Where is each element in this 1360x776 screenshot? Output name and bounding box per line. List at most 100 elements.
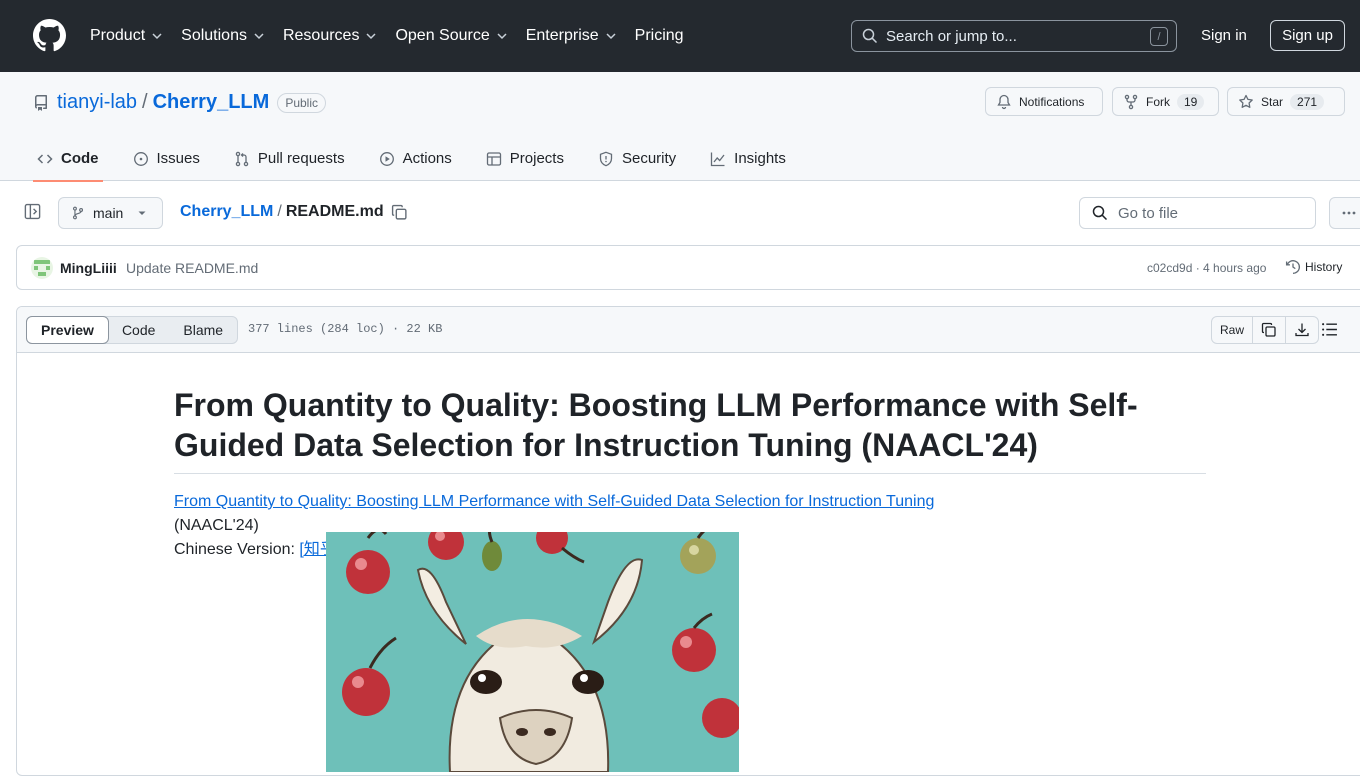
git-branch-icon xyxy=(72,206,84,220)
repo-separator: / xyxy=(142,91,148,113)
code-tab[interactable]: Code xyxy=(108,317,169,343)
tab-security[interactable]: Security xyxy=(594,136,680,181)
nav-label: Pricing xyxy=(634,27,684,44)
tab-label: Issues xyxy=(156,150,200,167)
file-header: Preview Code Blame 377 lines (284 loc) ·… xyxy=(17,307,1360,353)
copy-raw-button[interactable] xyxy=(1253,317,1287,343)
breadcrumb-file: README.md xyxy=(285,203,384,220)
tab-label: Projects xyxy=(509,150,564,167)
readme-article: From Quantity to Quality: Boosting LLM P… xyxy=(174,353,1206,562)
chevron-down-icon xyxy=(152,33,162,40)
global-header: Product Solutions Resources Open Source … xyxy=(0,0,1360,72)
tab-issues[interactable]: Issues xyxy=(129,136,204,181)
fork-label: Fork xyxy=(1146,94,1170,109)
raw-button[interactable]: Raw xyxy=(1212,317,1254,343)
notifications-button[interactable]: Notifications xyxy=(985,87,1103,116)
tab-insights[interactable]: Insights xyxy=(706,136,790,181)
chevron-down-icon xyxy=(497,33,507,40)
go-to-file-input[interactable]: Go to file xyxy=(1079,197,1316,229)
chevron-down-icon xyxy=(366,33,376,40)
sign-up-button[interactable]: Sign up xyxy=(1270,20,1345,51)
breadcrumb-separator: / xyxy=(277,203,282,220)
tab-projects[interactable]: Projects xyxy=(482,136,568,181)
tab-actions[interactable]: Actions xyxy=(375,136,456,181)
copy-icon xyxy=(1261,322,1276,337)
nav-enterprise[interactable]: Enterprise xyxy=(526,27,617,45)
breadcrumb-repo-link[interactable]: Cherry_LLM xyxy=(180,203,273,221)
nav-open-source[interactable]: Open Source xyxy=(395,27,507,45)
repo-owner-link[interactable]: tianyi-lab xyxy=(57,91,137,114)
fork-icon xyxy=(1124,94,1138,109)
history-icon xyxy=(1285,260,1301,274)
readme-title: From Quantity to Quality: Boosting LLM P… xyxy=(174,353,1206,474)
preview-tab[interactable]: Preview xyxy=(26,316,109,344)
fork-button[interactable]: Fork 19 xyxy=(1112,87,1219,116)
go-to-file-placeholder: Go to file xyxy=(1118,204,1179,222)
branch-selector[interactable]: main xyxy=(58,197,163,229)
play-icon xyxy=(379,151,394,166)
paper-link[interactable]: From Quantity to Quality: Boosting LLM P… xyxy=(174,493,934,510)
tab-label: Insights xyxy=(734,150,786,167)
breadcrumb: Cherry_LLM / README.md xyxy=(180,203,408,221)
nav-label: Open Source xyxy=(395,27,490,44)
tab-code[interactable]: Code xyxy=(33,136,103,182)
star-icon xyxy=(1239,94,1253,108)
history-button[interactable]: History xyxy=(1285,259,1342,275)
nav-product[interactable]: Product xyxy=(90,27,163,45)
more-options-button[interactable] xyxy=(1329,197,1360,229)
search-placeholder: Search or jump to... xyxy=(886,27,1017,45)
kebab-horizontal-icon xyxy=(1342,211,1356,215)
star-button[interactable]: Star 271 xyxy=(1227,87,1345,116)
identicon-icon xyxy=(31,257,53,279)
blame-tab[interactable]: Blame xyxy=(169,317,237,343)
search-icon xyxy=(1092,205,1108,221)
sidebar-expand-icon[interactable] xyxy=(24,203,41,220)
nav-pricing[interactable]: Pricing xyxy=(635,27,684,45)
github-logo-icon[interactable] xyxy=(33,19,66,52)
file-actions: Raw xyxy=(1211,316,1320,344)
file-meta: 377 lines (284 loc) · 22 KB xyxy=(248,322,443,336)
notifications-label: Notifications xyxy=(1019,94,1085,109)
nav-label: Product xyxy=(90,27,146,44)
graph-icon xyxy=(711,152,725,166)
tab-pull-requests[interactable]: Pull requests xyxy=(230,136,349,181)
branch-name: main xyxy=(93,205,124,221)
tab-label: Security xyxy=(621,150,677,167)
repo-tabs: Code Issues Pull requests Actions Projec… xyxy=(33,136,816,182)
sign-in-link[interactable]: Sign in xyxy=(1201,27,1247,44)
view-mode-toggle: Preview Code Blame xyxy=(26,316,239,344)
venue-text: (NAACL'24) xyxy=(174,517,259,534)
commit-message[interactable]: Update README.md xyxy=(126,260,258,276)
latest-commit-bar: MingLiiii Update README.md c02cd9d · 4 h… xyxy=(16,245,1360,290)
nav-solutions[interactable]: Solutions xyxy=(181,27,265,45)
copy-path-icon[interactable] xyxy=(391,204,408,221)
nav-resources[interactable]: Resources xyxy=(283,27,377,45)
repo-title: tianyi-lab / Cherry_LLM Public xyxy=(33,91,326,114)
tab-label: Code xyxy=(61,150,99,167)
star-label: Star xyxy=(1261,94,1284,109)
fork-count: 19 xyxy=(1177,93,1205,110)
chinese-version-label: Chinese Version: xyxy=(174,541,300,558)
search-input[interactable]: Search or jump to... / xyxy=(851,20,1177,52)
repo-name-link[interactable]: Cherry_LLM xyxy=(153,91,270,114)
code-icon xyxy=(37,153,53,164)
tab-label: Actions xyxy=(402,150,452,167)
list-outline-icon[interactable] xyxy=(1321,321,1338,338)
star-count: 271 xyxy=(1290,93,1325,110)
table-icon xyxy=(486,151,501,166)
tab-label: Pull requests xyxy=(257,150,345,167)
chevron-down-icon xyxy=(606,33,616,40)
chevron-down-icon xyxy=(254,33,264,40)
download-button[interactable] xyxy=(1286,317,1318,343)
pull-request-icon xyxy=(235,151,249,166)
download-icon xyxy=(1295,323,1309,337)
file-viewer: Preview Code Blame 377 lines (284 loc) ·… xyxy=(16,306,1360,776)
repo-icon xyxy=(34,94,47,111)
commit-sha-time[interactable]: c02cd9d · 4 hours ago xyxy=(1147,261,1266,275)
search-icon xyxy=(862,28,878,44)
author-avatar[interactable] xyxy=(31,257,53,279)
commit-author[interactable]: MingLiiii xyxy=(60,260,117,276)
cherry-llama-image xyxy=(326,532,739,772)
history-label: History xyxy=(1305,260,1343,274)
visibility-badge: Public xyxy=(277,92,326,113)
